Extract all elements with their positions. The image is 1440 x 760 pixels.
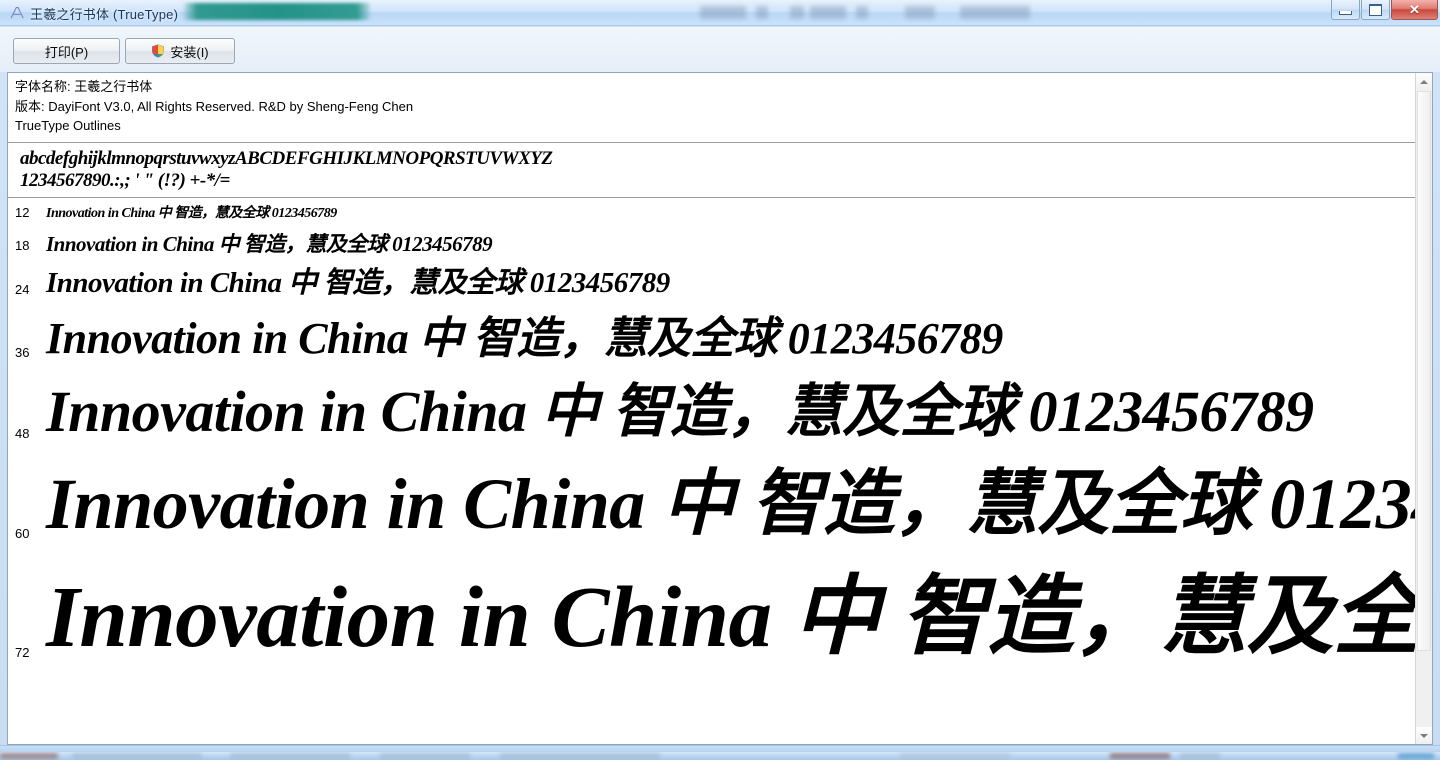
size-sample-row: 60 Innovation in China 中 智造，慧及全球 01234567… [8, 443, 1415, 543]
size-label: 72 [15, 644, 30, 660]
install-button-label: 安装(I) [170, 44, 209, 60]
title-redaction-overlay [184, 3, 370, 20]
background-window-ghost-4 [810, 6, 846, 19]
background-window-ghost-3 [790, 6, 804, 19]
desktop-taskbar [0, 752, 1440, 760]
sample-text: Innovation in China 中 智造，慧及全球 0123456789 [46, 231, 493, 255]
taskbar-ghost-1 [0, 753, 58, 759]
taskbar-ghost-3 [230, 753, 350, 759]
taskbar-ghost-5 [500, 753, 660, 759]
sample-text: Innovation in China 中 智造，慧及全球 0123456789 [46, 567, 1415, 662]
background-window-ghost-1 [700, 6, 746, 19]
size-label: 60 [15, 525, 30, 541]
alphabet-line-digits: 1234567890.:,; ' " (!?) +-*/= [20, 169, 230, 191]
font-file-icon [8, 4, 25, 21]
background-window-ghost-7 [960, 6, 1030, 19]
font-name-line: 字体名称: 王羲之行书体 [15, 79, 153, 94]
taskbar-ghost-2 [72, 753, 202, 759]
size-label: 18 [15, 237, 30, 253]
font-preview-scroll-area: 字体名称: 王羲之行书体 版本: DayiFont V3.0, All Righ… [8, 73, 1415, 744]
size-sample-row: 72 Innovation in China 中 智造，慧及全球 01234567… [8, 543, 1415, 662]
size-label: 24 [15, 281, 30, 297]
size-sample-row: 36 Innovation in China 中 智造，慧及全球 01234567… [8, 299, 1415, 362]
font-info-block: 字体名称: 王羲之行书体 版本: DayiFont V3.0, All Righ… [8, 73, 1415, 136]
sample-text: Innovation in China 中 智造，慧及全球 0123456789 [46, 464, 1415, 543]
vertical-scrollbar[interactable] [1415, 73, 1432, 744]
scrollbar-thumb[interactable] [1417, 91, 1431, 651]
background-window-ghost-2 [756, 6, 768, 19]
size-sample-row: 18 Innovation in China 中 智造，慧及全球 01234567… [8, 222, 1415, 255]
font-preview-pane: 字体名称: 王羲之行书体 版本: DayiFont V3.0, All Righ… [7, 72, 1433, 745]
minimize-button[interactable] [1331, 0, 1360, 20]
sample-text: Innovation in China 中 智造，慧及全球 0123456789 [46, 267, 670, 299]
scroll-up-arrow[interactable] [1416, 73, 1432, 90]
size-label: 48 [15, 426, 30, 442]
print-button[interactable]: 打印(P) [13, 38, 120, 64]
maximize-icon [1369, 3, 1382, 16]
minimize-icon [1339, 10, 1352, 15]
uac-shield-icon [151, 44, 165, 58]
size-sample-row: 24 Innovation in China 中 智造，慧及全球 01234567… [8, 255, 1415, 299]
chevron-up-icon [1420, 79, 1428, 84]
taskbar-ghost-8 [1180, 753, 1220, 759]
close-icon: ✕ [1409, 2, 1420, 17]
window-controls: ✕ [1330, 0, 1438, 22]
sample-text: Innovation in China 中 智造，慧及全球 0123456789 [46, 379, 1314, 444]
window-bottom-edge [0, 745, 1440, 752]
chevron-down-icon [1420, 733, 1428, 738]
size-sample-row: 48 Innovation in China 中 智造，慧及全球 01234567… [8, 362, 1415, 443]
font-outlines-line: TrueType Outlines [15, 118, 121, 133]
taskbar-ghost-7 [1110, 753, 1170, 759]
size-label: 12 [15, 204, 30, 220]
print-button-label: 打印(P) [44, 44, 89, 60]
sample-text: Innovation in China 中 智造，慧及全球 0123456789 [46, 313, 1003, 362]
taskbar-ghost-9 [1398, 753, 1434, 759]
install-button[interactable]: 安装(I) [125, 38, 235, 64]
font-preview-window: 王羲之行书体 (TrueType) ✕ 打印(P) 安装(I) 字体名称: 王羲… [0, 0, 1440, 752]
title-bar[interactable]: 王羲之行书体 (TrueType) ✕ [0, 0, 1440, 26]
taskbar-ghost-4 [380, 753, 470, 759]
window-title: 王羲之行书体 (TrueType) [30, 7, 179, 22]
maximize-button[interactable] [1361, 0, 1390, 20]
background-window-ghost-6 [905, 6, 935, 19]
size-sample-row: 12 Innovation in China 中 智造，慧及全球 01234567… [8, 198, 1415, 222]
toolbar: 打印(P) 安装(I) [0, 27, 1440, 72]
alphabet-line-letters: abcdefghijklmnopqrstuvwxyzABCDEFGHIJKLMN… [20, 147, 553, 169]
taskbar-ghost-6 [900, 753, 1010, 759]
size-label: 36 [15, 344, 30, 360]
scroll-down-arrow[interactable] [1416, 727, 1432, 744]
alphabet-preview-block: abcdefghijklmnopqrstuvwxyzABCDEFGHIJKLMN… [8, 143, 1415, 197]
size-sample-list: 12 Innovation in China 中 智造，慧及全球 01234567… [8, 198, 1415, 662]
font-version-line: 版本: DayiFont V3.0, All Rights Reserved. … [15, 98, 414, 114]
background-window-ghost-5 [856, 6, 868, 19]
close-button[interactable]: ✕ [1391, 0, 1438, 20]
sample-text: Innovation in China 中 智造，慧及全球 0123456789 [46, 206, 337, 221]
